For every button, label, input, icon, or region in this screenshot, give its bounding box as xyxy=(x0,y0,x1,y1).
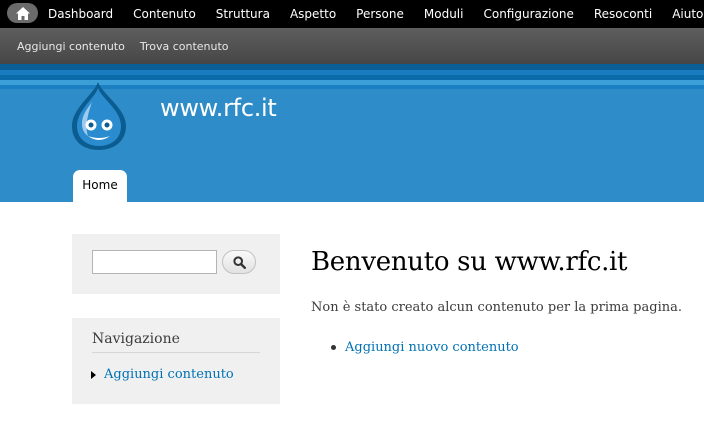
toolbar-item-configurazione[interactable]: Configurazione xyxy=(483,7,573,21)
home-button[interactable] xyxy=(7,3,38,23)
search-input[interactable] xyxy=(92,250,217,274)
navigation-block: Navigazione Aggiungi contenuto xyxy=(72,318,280,404)
action-links: Aggiungi nuovo contenuto xyxy=(331,340,519,355)
admin-toolbar: Dashboard Contenuto Struttura Aspetto Pe… xyxy=(0,0,704,28)
home-icon xyxy=(15,6,30,20)
toolbar-item-dashboard[interactable]: Dashboard xyxy=(48,7,113,21)
drupal-drop-icon[interactable] xyxy=(68,80,130,152)
page-title: Benvenuto su www.rfc.it xyxy=(311,247,628,277)
shortcuts-bar: Aggiungi contenuto Trova contenuto xyxy=(0,28,704,64)
add-new-content-link[interactable]: Aggiungi nuovo contenuto xyxy=(345,340,519,355)
toolbar-item-moduli[interactable]: Moduli xyxy=(424,7,464,21)
search-block xyxy=(72,234,280,294)
shortcut-add-content[interactable]: Aggiungi contenuto xyxy=(17,40,125,53)
toolbar-item-contenuto[interactable]: Contenuto xyxy=(133,7,196,21)
toolbar-menu: Dashboard Contenuto Struttura Aspetto Pe… xyxy=(48,0,704,28)
shortcuts-list: Aggiungi contenuto Trova contenuto xyxy=(17,28,244,64)
shortcut-find-content[interactable]: Trova contenuto xyxy=(140,40,229,53)
tab-home[interactable]: Home xyxy=(73,170,127,202)
site-name[interactable]: www.rfc.it xyxy=(160,94,277,122)
toolbar-item-resoconti[interactable]: Resoconti xyxy=(594,7,652,21)
bullet-icon xyxy=(331,345,336,350)
navigation-title: Navigazione xyxy=(92,331,260,353)
search-button[interactable] xyxy=(222,250,256,274)
triangle-bullet-icon xyxy=(91,370,96,379)
search-icon xyxy=(232,255,246,269)
nav-item-label: Aggiungi contenuto xyxy=(104,367,234,382)
list-item: Aggiungi nuovo contenuto xyxy=(331,340,519,355)
empty-front-message: Non è stato creato alcun contenuto per l… xyxy=(311,300,682,315)
toolbar-item-struttura[interactable]: Struttura xyxy=(216,7,270,21)
toolbar-item-aspetto[interactable]: Aspetto xyxy=(290,7,336,21)
toolbar-item-aiuto[interactable]: Aiuto xyxy=(672,7,703,21)
toolbar-item-persone[interactable]: Persone xyxy=(356,7,404,21)
nav-item-add-content[interactable]: Aggiungi contenuto xyxy=(91,367,234,382)
